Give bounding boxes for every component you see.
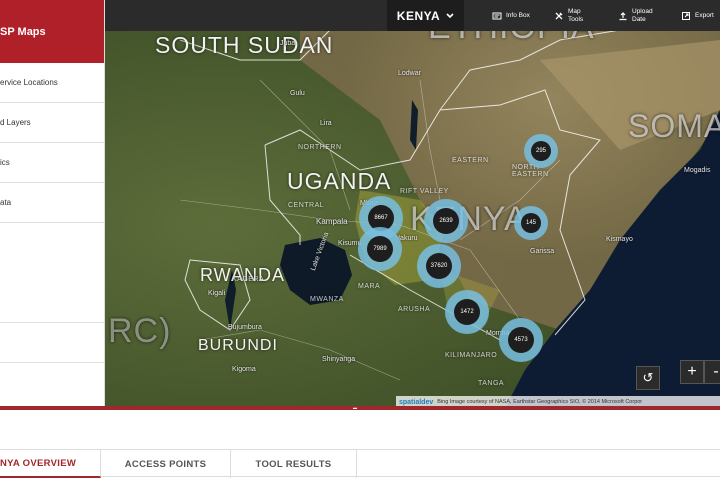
sidebar-item-data[interactable]: ata — [0, 183, 104, 223]
country-label: UGANDA — [287, 168, 392, 194]
cluster-count: 1472 — [454, 299, 480, 325]
place-label: Kampala — [316, 217, 348, 226]
top-toolbar: KENYA Info Box Map Tools Upload Date Exp… — [105, 0, 720, 31]
tab-tool-results[interactable]: TOOL RESULTS — [231, 450, 357, 478]
cluster-marker[interactable]: 37620 — [417, 244, 461, 288]
region-label: RIFT VALLEY — [400, 188, 449, 195]
app-window: SOUTH SUDAN ETHIOPIA SOMA UGANDA KENYA R… — [0, 0, 720, 486]
upload-data-label: Upload Date — [632, 8, 653, 23]
info-box-icon — [492, 12, 502, 19]
cluster-count: 145 — [521, 213, 541, 233]
region-label: KAGERA — [232, 276, 265, 283]
zoom-in-button[interactable]: + — [680, 360, 704, 384]
upload-data-button[interactable]: Upload Date — [618, 0, 658, 31]
place-label: Bujumbura — [228, 324, 262, 331]
country-label: SOUTH SUDAN — [155, 32, 334, 58]
cluster-count: 4573 — [508, 327, 534, 353]
cluster-count: 295 — [531, 141, 551, 161]
attribution-brand[interactable]: spatialdev — [399, 399, 433, 406]
export-icon — [682, 11, 690, 20]
country-label: RC) — [108, 312, 172, 350]
cluster-marker[interactable]: 4573 — [499, 318, 543, 362]
place-label: Kigoma — [232, 366, 256, 373]
cluster-count: 2639 — [433, 208, 459, 234]
place-label: Mogadis — [684, 167, 711, 174]
country-label: BURUNDI — [198, 337, 278, 354]
cluster-marker[interactable]: 1472 — [445, 290, 489, 334]
tab-access-points[interactable]: ACCESS POINTS — [101, 450, 231, 478]
cluster-marker[interactable]: 145 — [514, 206, 548, 240]
place-label: Kigali — [208, 290, 226, 297]
region-label: NORTHERN — [298, 144, 342, 151]
info-box-label: Info Box — [506, 11, 530, 19]
region-label: MWANZA — [310, 296, 344, 303]
place-label: Garissa — [530, 248, 555, 255]
zoom-out-button[interactable]: - — [704, 360, 720, 384]
app-title: SP Maps — [0, 0, 104, 63]
sidebar-empty-item — [0, 323, 104, 363]
region-label: ARUSHA — [398, 306, 431, 313]
resize-grip-icon[interactable]: ▬ — [348, 406, 362, 410]
sidebar-item-statistics[interactable]: ics — [0, 143, 104, 183]
country-selector[interactable]: KENYA — [387, 0, 464, 31]
chevron-down-icon — [446, 12, 454, 18]
attribution-text: Bing Image courtesy of NASA, Earthstar G… — [437, 399, 643, 405]
cluster-marker[interactable]: 2639 — [424, 199, 468, 243]
region-label: MARA — [358, 283, 381, 290]
upload-icon — [619, 11, 627, 20]
place-label: Juba — [280, 40, 296, 47]
sidebar-item-layers[interactable]: d Layers — [0, 103, 104, 143]
region-label: KILIMANJARO — [445, 352, 498, 359]
country-selector-label: KENYA — [396, 8, 441, 23]
place-label: Shinyanga — [322, 356, 356, 363]
tab-overview[interactable]: NYA OVERVIEW — [0, 450, 101, 478]
place-label: Kismayo — [606, 236, 633, 243]
sidebar-empty-section — [0, 223, 104, 323]
place-label: Lodwar — [398, 70, 421, 77]
sidebar: SP Maps ervice Locations d Layers ics at… — [0, 0, 105, 408]
bottom-tabs: NYA OVERVIEW ACCESS POINTS TOOL RESULTS — [0, 449, 720, 478]
region-label: CENTRAL — [288, 202, 325, 209]
reset-view-button[interactable]: ↺ — [636, 366, 660, 390]
tools-icon — [555, 12, 563, 19]
place-label: Gulu — [290, 90, 305, 97]
cluster-marker[interactable]: 295 — [524, 134, 558, 168]
cluster-count: 37620 — [426, 253, 452, 279]
country-label: SOMA — [628, 108, 720, 144]
region-label: TANGA — [478, 380, 505, 387]
place-label: Lira — [320, 120, 332, 127]
export-button[interactable]: Export — [681, 0, 714, 31]
export-label: Export — [695, 11, 714, 19]
info-box-button[interactable]: Info Box — [492, 0, 530, 31]
map-tools-button[interactable]: Map Tools — [554, 0, 590, 31]
sidebar-item-service-locations[interactable]: ervice Locations — [0, 63, 104, 103]
map-tools-label: Map Tools — [568, 8, 584, 23]
map-view[interactable]: SOUTH SUDAN ETHIOPIA SOMA UGANDA KENYA R… — [0, 0, 720, 408]
region-label: EASTERN — [452, 157, 489, 164]
cluster-marker[interactable]: 7989 — [358, 227, 402, 271]
cluster-count: 7989 — [367, 236, 393, 262]
